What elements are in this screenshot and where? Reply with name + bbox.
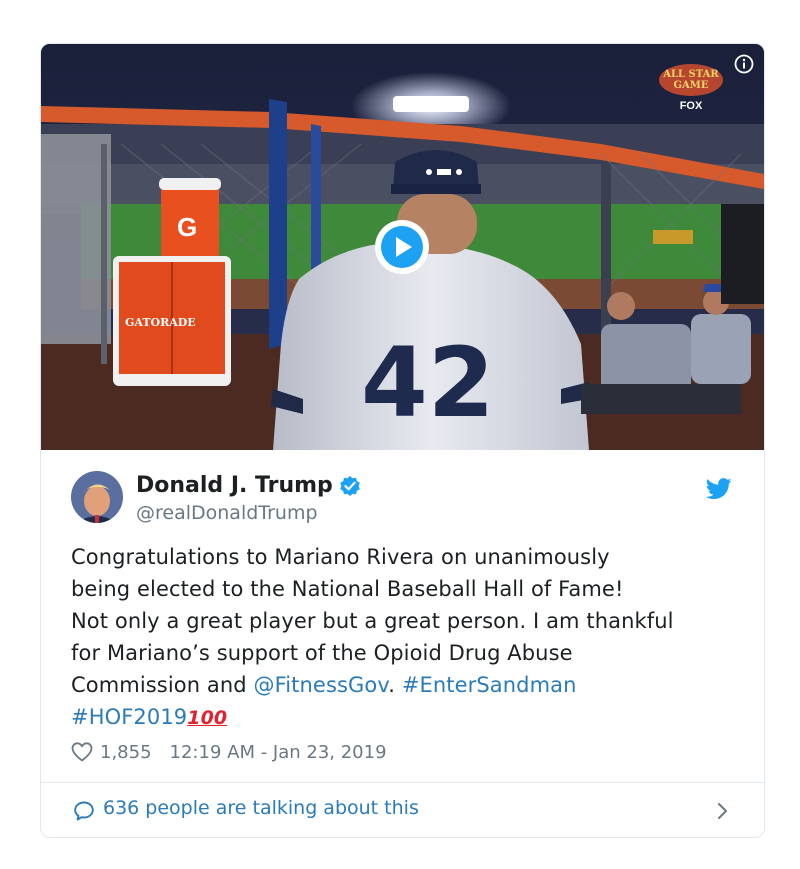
embedded-tweet-card[interactable]: G GATORADE 42 ALL STAR GAME FOX Donald J… xyxy=(40,43,765,838)
tweet-text: Congratulations to Mariano Rivera on una… xyxy=(71,541,741,734)
tweet-line: being elected to the National Baseball H… xyxy=(71,577,624,601)
gatorade-sign: GATORADE xyxy=(125,316,196,329)
hashtag-link[interactable]: #HOF2019 xyxy=(71,705,187,729)
svg-text:FOX: FOX xyxy=(680,100,703,112)
conversation-footer[interactable]: 636 people are talking about this xyxy=(41,783,764,837)
author-handle[interactable]: @realDonaldTrump xyxy=(136,502,318,524)
tweet-line-text: . xyxy=(388,673,402,697)
tweet-line-text: Commission and xyxy=(71,673,254,697)
chevron-right-icon[interactable] xyxy=(716,800,730,822)
play-icon[interactable] xyxy=(373,218,431,276)
all-star-game-fox-logo: ALL STAR GAME FOX xyxy=(659,64,723,112)
talking-about-link[interactable]: 636 people are talking about this xyxy=(103,797,419,819)
info-icon[interactable] xyxy=(734,54,754,74)
tweet-line: Not only a great player but a great pers… xyxy=(71,609,674,633)
tweet-meta: 1,855 12:19 AM - Jan 23, 2019 xyxy=(71,738,387,766)
cooler-logo-letter: G xyxy=(177,212,197,242)
avatar[interactable] xyxy=(71,471,123,523)
tweet-line: Congratulations to Mariano Rivera on una… xyxy=(71,545,610,569)
tweet-header: Donald J. Trump @realDonaldTrump xyxy=(41,450,764,532)
svg-text:GAME: GAME xyxy=(674,80,709,91)
tweet-line: Commission and @FitnessGov. #EnterSandma… xyxy=(71,669,741,701)
mention-link[interactable]: @FitnessGov xyxy=(254,673,389,697)
tweet-line: for Mariano’s support of the Opioid Drug… xyxy=(71,641,573,665)
avatar-image xyxy=(71,471,123,523)
heart-icon[interactable] xyxy=(71,742,93,762)
author-name-text: Donald J. Trump xyxy=(136,473,333,498)
hashtag-link[interactable]: #EnterSandman xyxy=(402,673,577,697)
speech-bubble-icon xyxy=(74,801,94,821)
tweet-timestamp[interactable]: 12:19 AM - Jan 23, 2019 xyxy=(170,742,387,763)
video-thumbnail[interactable]: G GATORADE 42 ALL STAR GAME FOX xyxy=(41,44,764,450)
jersey-number: 42 xyxy=(361,327,495,439)
author-display-name[interactable]: Donald J. Trump xyxy=(136,473,361,498)
twitter-bird-icon[interactable] xyxy=(706,478,732,500)
like-count[interactable]: 1,855 xyxy=(100,742,152,763)
hundred-points-emoji: 100 xyxy=(187,707,228,729)
verified-badge-icon xyxy=(340,475,360,496)
svg-text:ALL STAR: ALL STAR xyxy=(662,69,719,80)
tweet-line: #HOF2019100 xyxy=(71,701,741,734)
